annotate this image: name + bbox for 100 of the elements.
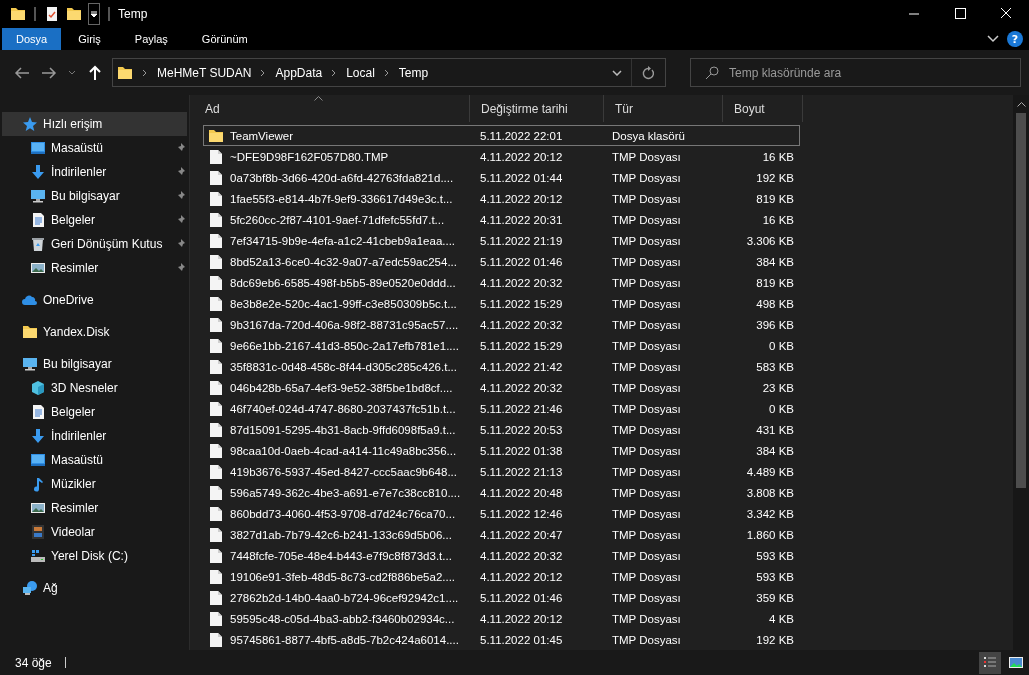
- file-icon: [208, 547, 224, 564]
- file-name: 046b428b-65a7-4ef3-9e52-38f5be1bd8cf....: [230, 381, 453, 394]
- sidebar-item[interactable]: İndirilenler: [0, 424, 189, 448]
- sidebar-item[interactable]: Bu bilgisayar: [0, 352, 189, 376]
- down-arrow-icon: [30, 428, 46, 444]
- date-cell-text: 5.11.2022 01:44: [479, 171, 564, 184]
- sidebar-item[interactable]: Masaüstü: [0, 448, 189, 472]
- refresh-icon[interactable]: [641, 65, 655, 80]
- size-cell-text: 359 KB: [755, 591, 795, 604]
- file-row[interactable]: 419b3676-5937-45ed-8427-ccc5aac9b648... 5.11.2022 21:13 TMP Dosyası 4.489 KB: [203, 461, 800, 482]
- column-header[interactable]: Tür: [604, 95, 723, 122]
- file-row[interactable]: 87d15091-5295-4b31-8acb-9ffd6098f5a9.t... 5.11.2022 20:53 TMP Dosyası 431 KB: [203, 419, 800, 440]
- sidebar-item[interactable]: OneDrive: [0, 288, 189, 312]
- file-row[interactable]: 19106e91-3feb-48d5-8c73-cd2f886be5a2.... 4.11.2022 20:12 TMP Dosyası 593 KB: [203, 566, 800, 587]
- sidebar-item[interactable]: Hızlı erişim: [2, 112, 187, 136]
- properties-icon[interactable]: [44, 6, 60, 22]
- file-row[interactable]: 0a73bf8b-3d66-420d-a6fd-42763fda821d.... 5.11.2022 01:44 TMP Dosyası 192 KB: [203, 167, 800, 188]
- type-cell-text: TMP Dosyası: [611, 171, 682, 184]
- file-row[interactable]: 27862b2d-14b0-4aa0-b724-96cef92942c1.... 5.11.2022 01:46 TMP Dosyası 359 KB: [203, 587, 800, 608]
- file-row[interactable]: 8bd52a13-6ce0-4c32-9a07-a7edc59ac254... 5.11.2022 01:46 TMP Dosyası 384 KB: [203, 251, 800, 272]
- file-name: 5fc260cc-2f87-4101-9aef-71dfefc55fd7.t...: [230, 213, 445, 226]
- drive-icon: [30, 548, 46, 564]
- sidebar-item[interactable]: Geri Dönüşüm Kutus: [0, 232, 189, 256]
- file-row[interactable]: 8dc69eb6-6585-498f-b5b5-89e0520e0ddd... 4.11.2022 20:32 TMP Dosyası 819 KB: [203, 272, 800, 293]
- file-row[interactable]: 98caa10d-0aeb-4cad-a414-11c49a8bc356... 5.11.2022 01:38 TMP Dosyası 384 KB: [203, 440, 800, 461]
- sidebar-item[interactable]: Yandex.Disk: [0, 320, 189, 344]
- file-row[interactable]: 35f8831c-0d48-458c-8f44-d305c285c426.t... 4.11.2022 21:42 TMP Dosyası 583 KB: [203, 356, 800, 377]
- folder-icon[interactable]: [66, 6, 82, 22]
- back-arrow-icon[interactable]: [14, 64, 30, 81]
- breadcrumb-item[interactable]: MeHMeT SUDAN: [157, 65, 252, 80]
- file-row[interactable]: TeamViewer 5.11.2022 22:01 Dosya klasörü: [203, 125, 800, 146]
- sidebar-item[interactable]: Resimler: [0, 496, 189, 520]
- sidebar-item[interactable]: Videolar: [0, 520, 189, 544]
- chevron-down-icon[interactable]: [612, 69, 622, 76]
- ribbon-tab[interactable]: Giriş: [61, 28, 118, 50]
- address-bar[interactable]: MeHMeT SUDAN AppData Local Temp: [112, 58, 666, 87]
- type-cell-text: TMP Dosyası: [611, 423, 682, 436]
- sidebar-item[interactable]: Resimler: [0, 256, 189, 280]
- type-cell-text: TMP Dosyası: [611, 318, 682, 331]
- details-view-icon[interactable]: [979, 651, 1001, 674]
- file-icon: [208, 295, 224, 312]
- caret-icon[interactable]: [88, 3, 100, 25]
- breadcrumb-item[interactable]: AppData: [275, 65, 323, 80]
- file-row[interactable]: 5fc260cc-2f87-4101-9aef-71dfefc55fd7.t... 4.11.2022 20:31 TMP Dosyası 16 KB: [203, 209, 800, 230]
- file-name: 7ef34715-9b9e-4efa-a1c2-41cbeb9a1eaa....: [230, 234, 456, 247]
- ribbon-tab[interactable]: Paylaş: [117, 28, 185, 50]
- film-icon: [30, 524, 46, 540]
- date-cell-text: 5.11.2022 20:53: [479, 423, 564, 436]
- search-box[interactable]: Temp klasöründe ara: [690, 58, 1021, 87]
- date-cell-text: 4.11.2022 20:32: [479, 276, 564, 289]
- sidebar-item[interactable]: Belgeler: [0, 208, 189, 232]
- search-field[interactable]: Temp klasöründe ara: [727, 64, 1010, 81]
- file-name: 98caa10d-0aeb-4cad-a414-11c49a8bc356...: [230, 444, 457, 457]
- file-row[interactable]: 9b3167da-720d-406a-98f2-88731c95ac57.... 4.11.2022 20:32 TMP Dosyası 396 KB: [203, 314, 800, 335]
- date-cell-text: 4.11.2022 20:12: [479, 570, 564, 583]
- chevron-right-icon: [331, 68, 338, 77]
- ribbon-tab[interactable]: Dosya: [2, 28, 62, 50]
- forward-arrow-icon[interactable]: [41, 64, 57, 81]
- help-button[interactable]: ?: [1007, 31, 1023, 47]
- file-row[interactable]: 8e3b8e2e-520c-4ac1-99ff-c3e850309b5c.t... 5.11.2022 15:29 TMP Dosyası 498 KB: [203, 293, 800, 314]
- file-row[interactable]: 7448fcfe-705e-48e4-b443-e7f9c8f873d3.t... 4.11.2022 20:32 TMP Dosyası 593 KB: [203, 545, 800, 566]
- sidebar-item[interactable]: Yerel Disk (C:): [0, 544, 189, 568]
- sidebar-item[interactable]: Masaüstü: [0, 136, 189, 160]
- file-row[interactable]: 860bdd73-4060-4f53-9708-d7d24c76ca70... 5.11.2022 12:46 TMP Dosyası 3.342 KB: [203, 503, 800, 524]
- type-cell-text: TMP Dosyası: [611, 192, 682, 205]
- breadcrumb-item[interactable]: Local: [346, 65, 375, 80]
- sidebar-item[interactable]: Müzikler: [0, 472, 189, 496]
- file-row[interactable]: 59595c48-c05d-4ba3-abb2-f3460b02934c... 4.11.2022 20:12 TMP Dosyası 4 KB: [203, 608, 800, 629]
- file-row[interactable]: 9e66e1bb-2167-41d3-850c-2a17efb781e1.... 5.11.2022 15:29 TMP Dosyası 0 KB: [203, 335, 800, 356]
- file-row[interactable]: 046b428b-65a7-4ef3-9e52-38f5be1bd8cf.... 4.11.2022 20:32 TMP Dosyası 23 KB: [203, 377, 800, 398]
- column-header[interactable]: Ad: [194, 95, 470, 122]
- sidebar-item[interactable]: 3D Nesneler: [0, 376, 189, 400]
- file-row[interactable]: 95745861-8877-4bf5-a8d5-7b2c424a6014.... 5.11.2022 01:45 TMP Dosyası 192 KB: [203, 629, 800, 650]
- type-cell-text: TMP Dosyası: [611, 507, 682, 520]
- file-row[interactable]: 1fae55f3-e814-4b7f-9ef9-336617d49e3c.t... 4.11.2022 20:12 TMP Dosyası 819 KB: [203, 188, 800, 209]
- type-cell-text: TMP Dosyası: [611, 276, 682, 289]
- file-row[interactable]: 7ef34715-9b9e-4efa-a1c2-41cbeb9a1eaa.... 5.11.2022 21:19 TMP Dosyası 3.306 KB: [203, 230, 800, 251]
- column-header[interactable]: Değiştirme tarihi: [470, 95, 604, 122]
- folder-icon: [117, 64, 133, 81]
- file-name: 1fae55f3-e814-4b7f-9ef9-336617d49e3c.t...: [230, 192, 453, 205]
- file-row[interactable]: 596a5749-362c-4be3-a691-e7e7c38cc810.... 4.11.2022 20:48 TMP Dosyası 3.808 KB: [203, 482, 800, 503]
- column-header[interactable]: Boyut: [723, 95, 803, 122]
- ribbon-tab[interactable]: Görünüm: [184, 28, 265, 50]
- folder-icon[interactable]: [10, 6, 26, 22]
- up-arrow-icon[interactable]: [87, 64, 103, 81]
- sidebar-item[interactable]: İndirilenler: [0, 160, 189, 184]
- sidebar-item[interactable]: Belgeler: [0, 400, 189, 424]
- document-icon: [30, 212, 46, 228]
- type-cell-text: TMP Dosyası: [611, 150, 682, 163]
- file-row[interactable]: 3827d1ab-7b79-42c6-b241-133c69d5b06... 4.11.2022 20:47 TMP Dosyası 1.860 KB: [203, 524, 800, 545]
- sidebar-item[interactable]: Ağ: [0, 576, 189, 600]
- breadcrumb-item[interactable]: Temp: [398, 65, 429, 80]
- file-name: 59595c48-c05d-4ba3-abb2-f3460b02934c...: [230, 612, 455, 625]
- file-row[interactable]: 46f740ef-024d-4747-8680-2037437fc51b.t... 5.11.2022 21:46 TMP Dosyası 0 KB: [203, 398, 800, 419]
- sidebar-item[interactable]: Bu bilgisayar: [0, 184, 189, 208]
- type-cell-text: TMP Dosyası: [611, 360, 682, 373]
- chevron-down-icon[interactable]: [987, 35, 999, 43]
- file-row[interactable]: ~DFE9D98F162F057D80.TMP 4.11.2022 20:12 TMP Dosyası 16 KB: [203, 146, 800, 167]
- date-cell-text: 4.11.2022 20:47: [479, 528, 564, 541]
- date-cell-text: 5.11.2022 15:29: [479, 339, 564, 352]
